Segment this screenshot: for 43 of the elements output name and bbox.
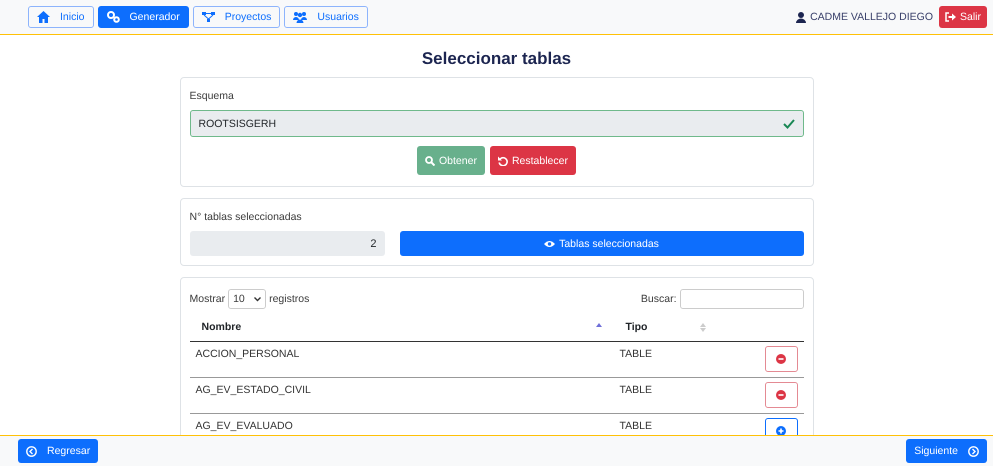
arrow-right-circle-icon bbox=[968, 446, 979, 456]
user-icon bbox=[796, 12, 806, 22]
gears-icon bbox=[106, 11, 120, 23]
nav-tab[interactable]: Proyectos bbox=[192, 6, 280, 28]
page-title: Seleccionar tablas bbox=[422, 49, 572, 69]
remove-button[interactable] bbox=[764, 346, 798, 372]
reset-button[interactable]: Restablecer bbox=[490, 146, 576, 175]
field-label: N° tablas seleccionadas bbox=[190, 211, 303, 223]
back-button[interactable]: Regresar bbox=[18, 439, 98, 463]
users-icon bbox=[293, 11, 308, 23]
table-cell: AG_EV_ESTADO_CIVIL bbox=[190, 378, 614, 414]
search-label: Buscar: bbox=[640, 293, 676, 305]
table-cell: TABLE bbox=[614, 378, 718, 414]
user-name: CADME VALLEJO DIEGO bbox=[810, 11, 933, 23]
eye-icon bbox=[544, 240, 556, 248]
next-button[interactable]: Siguiente bbox=[906, 439, 987, 463]
column-header[interactable]: Nombre bbox=[202, 321, 242, 333]
table-cell: TABLE bbox=[614, 342, 718, 378]
logout-button[interactable]: Salir bbox=[938, 6, 987, 28]
network-icon bbox=[202, 11, 215, 23]
nav-tab[interactable]: Inicio bbox=[28, 6, 94, 28]
selected-tables-button[interactable]: Tablas seleccionadas bbox=[400, 231, 804, 256]
count-field: 2 bbox=[190, 231, 384, 256]
search-icon bbox=[425, 156, 435, 166]
table-cell: ACCION_PERSONAL bbox=[190, 342, 614, 378]
minus-circle-icon bbox=[776, 354, 786, 364]
nav-tab[interactable]: Generador bbox=[98, 6, 189, 28]
show-label: Mostrar bbox=[190, 293, 226, 305]
page-size-select[interactable]: 10 bbox=[228, 289, 266, 309]
nav-tab[interactable]: Usuarios bbox=[284, 6, 368, 28]
undo-icon bbox=[498, 156, 508, 166]
chevron-down-icon bbox=[254, 296, 262, 302]
logout-icon bbox=[944, 12, 956, 22]
remove-button[interactable] bbox=[764, 382, 798, 408]
arrow-left-circle-icon bbox=[26, 446, 37, 456]
home-icon bbox=[37, 11, 50, 23]
minus-circle-icon bbox=[776, 390, 786, 400]
schema-field[interactable]: ROOTSISGERH bbox=[190, 110, 804, 137]
field-label: Esquema bbox=[190, 90, 235, 102]
search-field[interactable] bbox=[680, 289, 804, 309]
records-label: registros bbox=[269, 293, 310, 305]
fetch-button[interactable]: Obtener bbox=[417, 146, 485, 175]
column-header[interactable]: Tipo bbox=[626, 321, 648, 333]
